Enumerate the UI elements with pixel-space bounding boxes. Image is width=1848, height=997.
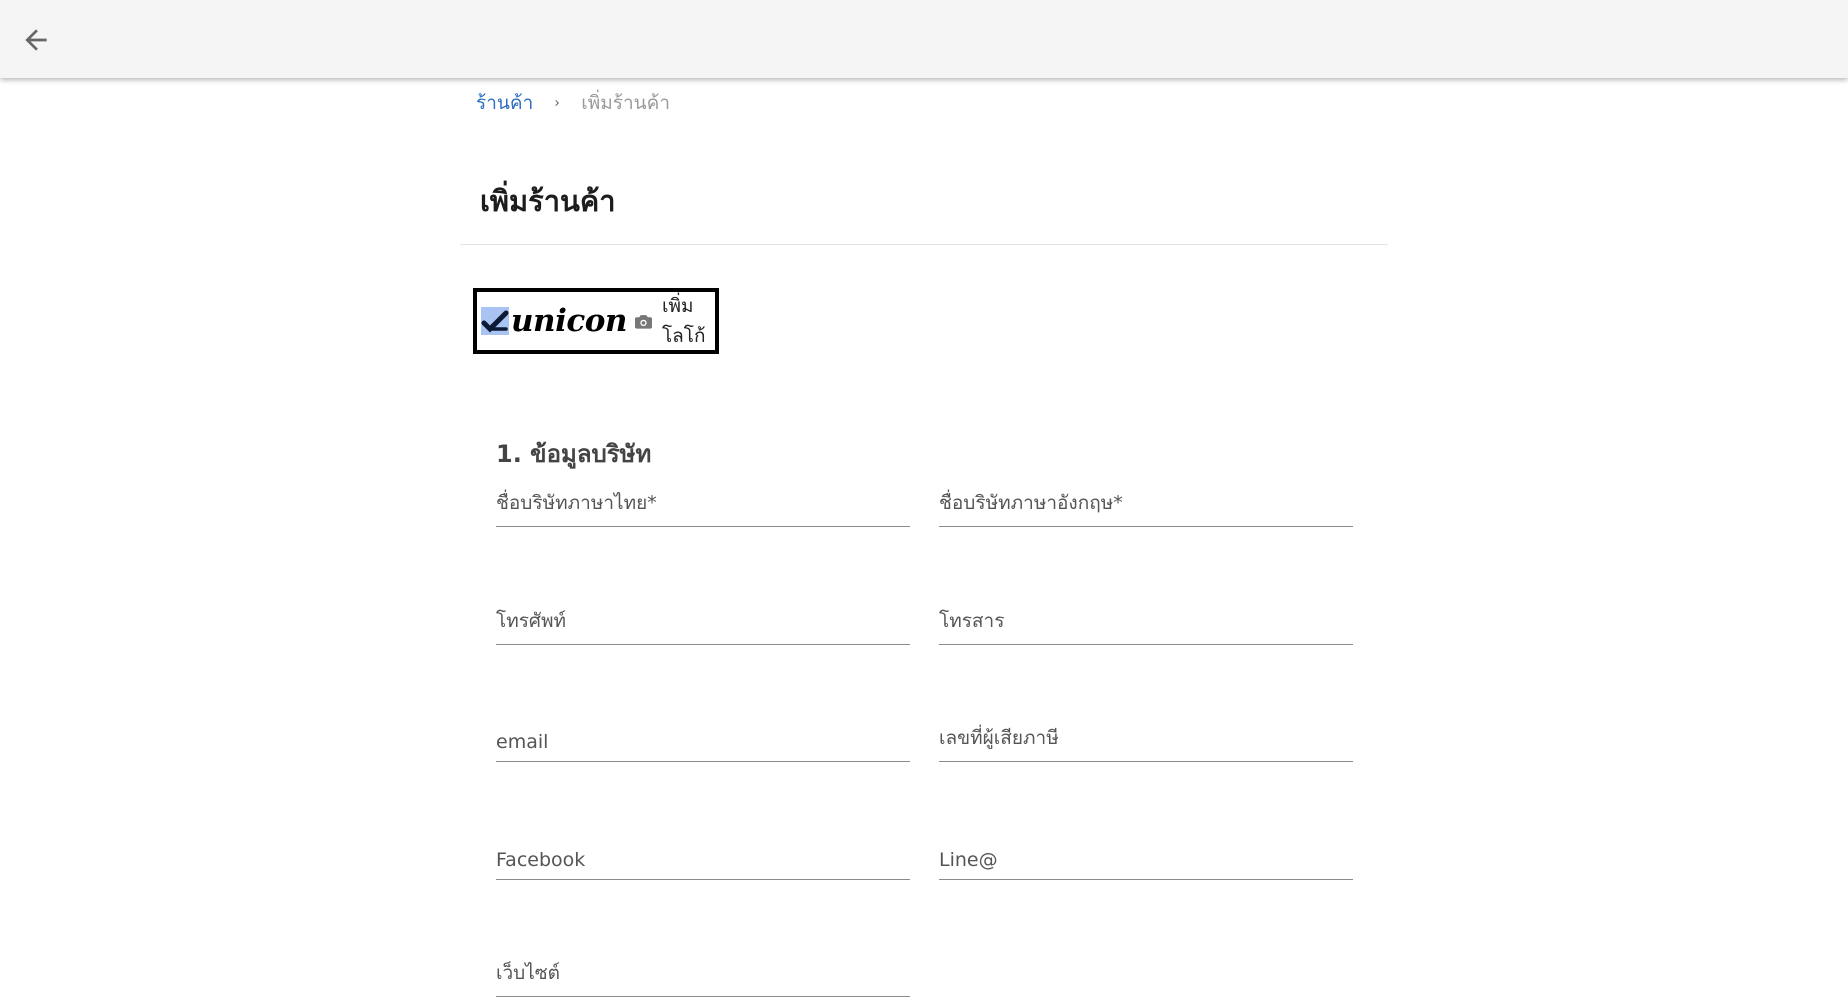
website-field[interactable]: เว็บไซต์ [496,962,910,997]
add-logo-button[interactable]: unicon เพิ่มโลโก้ [473,288,719,354]
add-logo-label: เพิ่มโลโก้ [661,295,706,347]
unicon-logo-mark-icon [481,307,509,335]
company-name-th-field[interactable]: ชื่อบริษัทภาษาไทย* [496,492,910,527]
arrow-left-icon [25,29,47,51]
back-button[interactable] [14,18,58,62]
page-title: เพิ่มร้านค้า [480,184,616,218]
fax-field[interactable]: โทรสาร [939,610,1353,645]
company-name-en-field[interactable]: ชื่อบริษัทภาษาอังกฤษ* [939,492,1353,527]
breadcrumb: ร้านค้า เพิ่มร้านค้า [476,88,670,118]
company-name-th-label: ชื่อบริษัทภาษาไทย* [496,492,657,514]
phone-field[interactable]: โทรศัพท์ [496,610,910,645]
breadcrumb-current: เพิ่มร้านค้า [581,92,671,114]
chevron-right-icon [551,97,563,109]
tax-id-field[interactable]: เลขที่ผู้เสียภาษี [939,727,1353,762]
phone-label: โทรศัพท์ [496,610,567,632]
section-title-company-info: 1. ข้อมูลบริษัท [496,440,652,468]
camera-icon [634,314,652,329]
unicon-logo-text: unicon [511,302,627,339]
line-field[interactable]: Line@ [939,845,1353,880]
breadcrumb-shops-link[interactable]: ร้านค้า [476,88,533,118]
website-label: เว็บไซต์ [496,962,561,984]
email-field[interactable]: email [496,727,910,762]
fax-label: โทรสาร [939,610,1005,632]
title-divider [460,244,1388,245]
top-app-bar [0,0,1848,78]
email-label: email [496,731,549,753]
line-label: Line@ [939,849,998,871]
facebook-label: Facebook [496,849,586,871]
tax-id-label: เลขที่ผู้เสียภาษี [939,727,1059,749]
company-name-en-label: ชื่อบริษัทภาษาอังกฤษ* [939,492,1123,514]
facebook-field[interactable]: Facebook [496,845,910,880]
